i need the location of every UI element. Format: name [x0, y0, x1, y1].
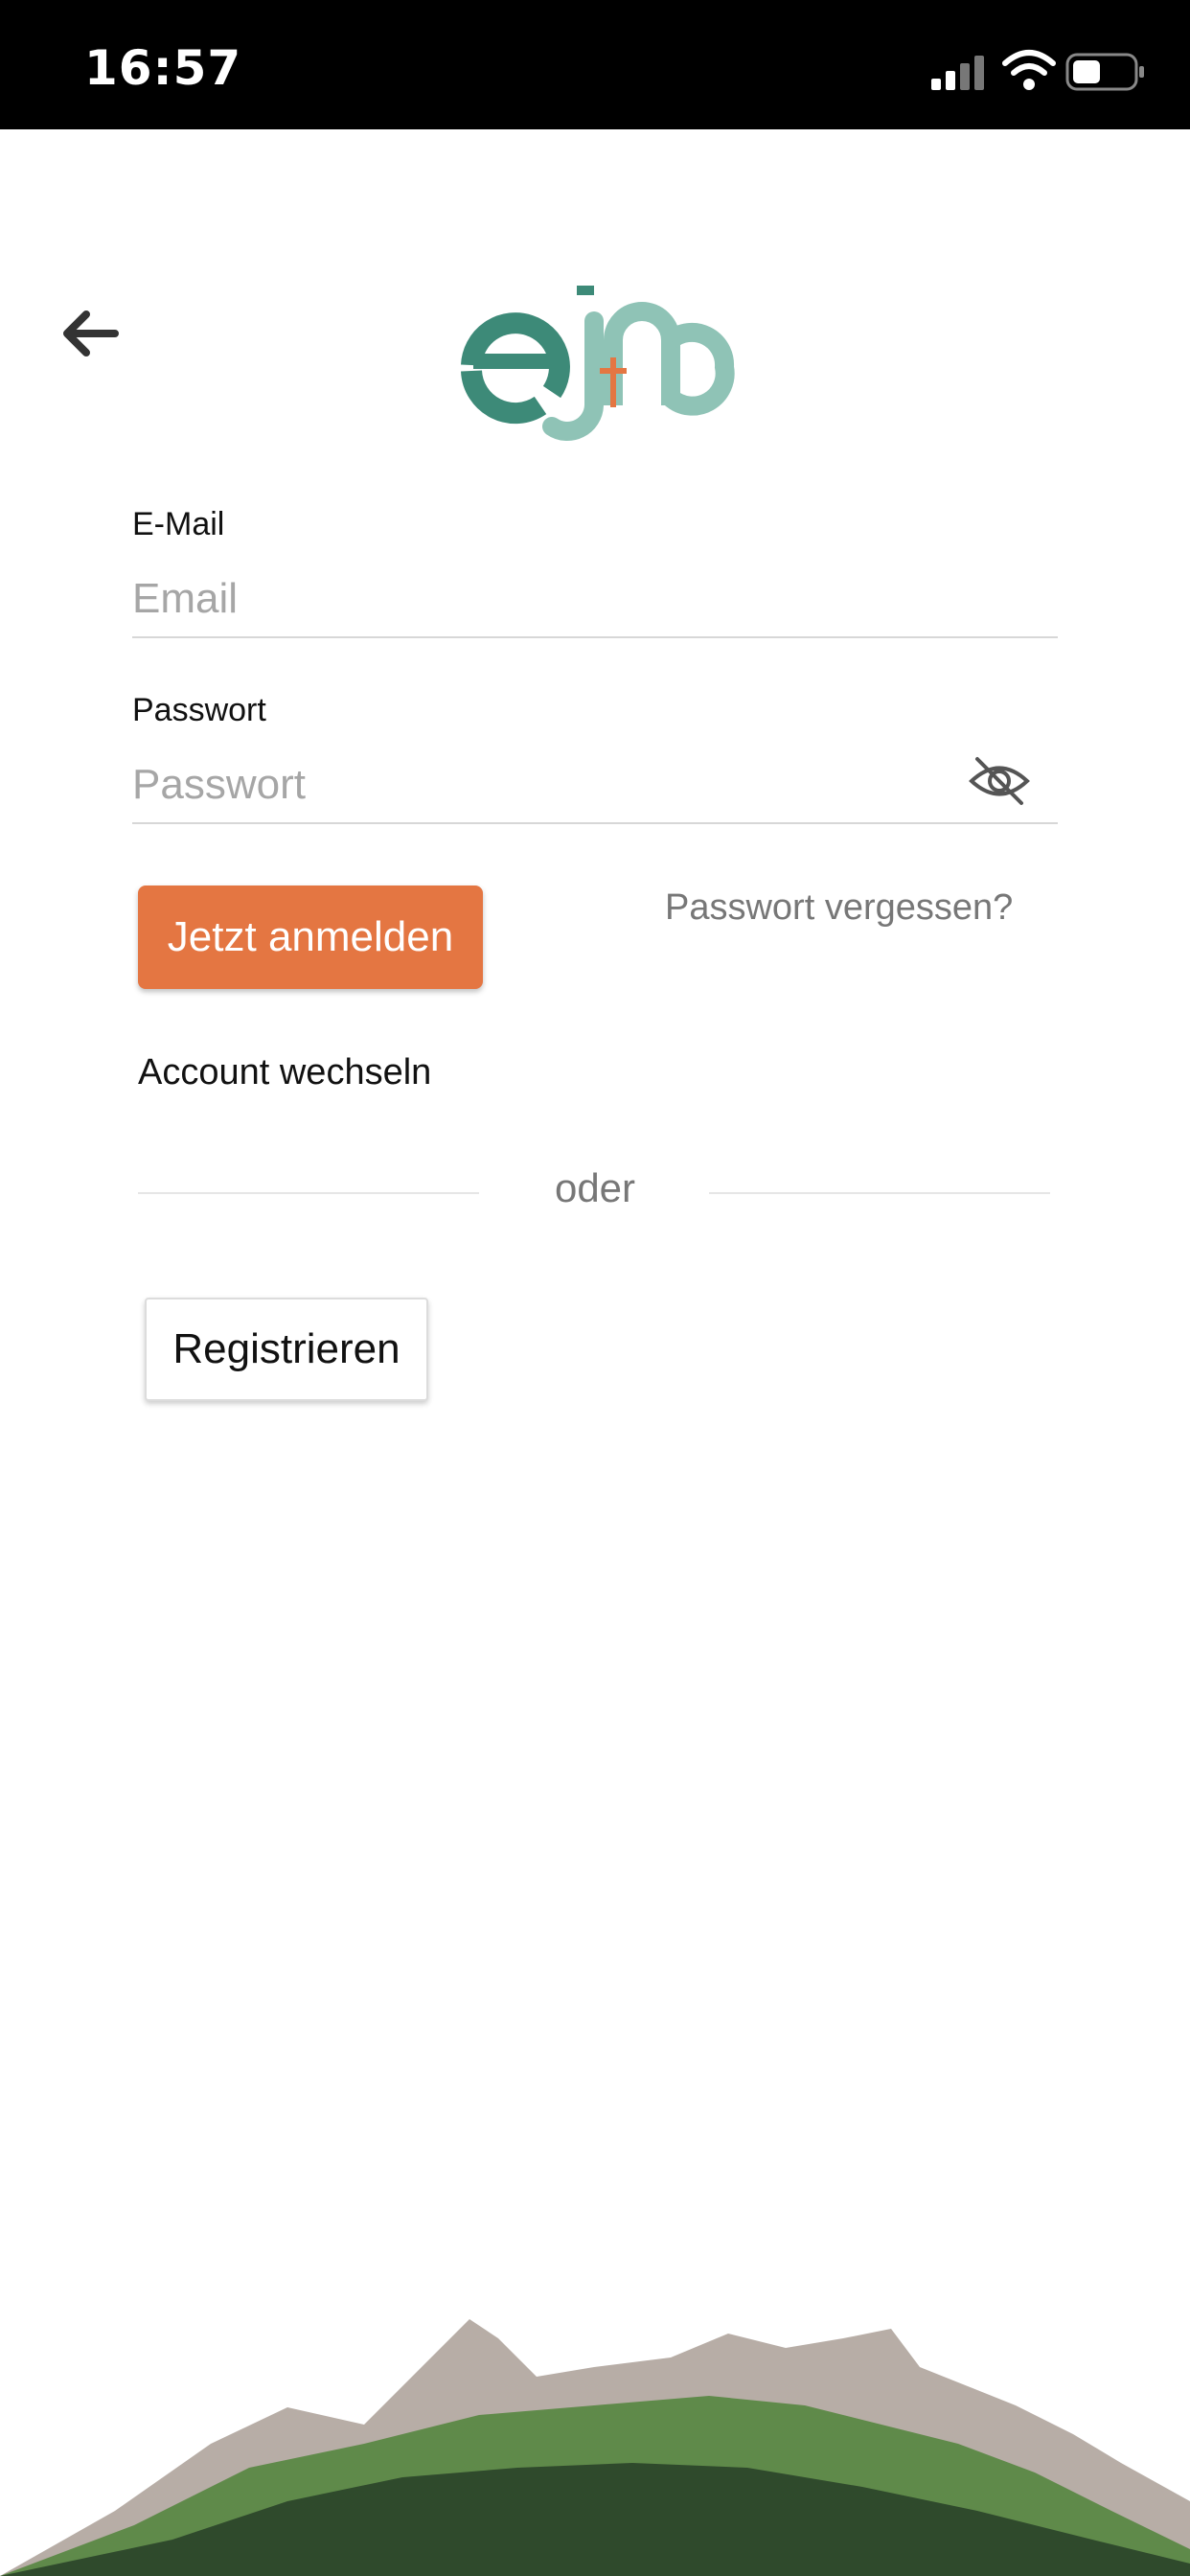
status-time: 16:57	[84, 40, 242, 96]
arrow-left-icon[interactable]	[56, 305, 123, 362]
register-button[interactable]: Registrieren	[145, 1298, 428, 1401]
switch-account-link[interactable]: Account wechseln	[138, 1052, 431, 1093]
egmo-logo	[461, 286, 735, 442]
divider-left	[138, 1192, 479, 1194]
signal-icon	[931, 56, 984, 90]
status-bar: 16:57	[0, 0, 1190, 129]
eye-slash-icon[interactable]	[968, 751, 1031, 811]
email-field[interactable]	[132, 562, 1058, 638]
forgot-password-link[interactable]: Passwort vergessen?	[665, 887, 1013, 929]
divider-right	[709, 1192, 1050, 1194]
login-screen: 16:57 E-Mail Email Passwort Jetzt anmeld…	[0, 0, 1190, 2576]
password-label: Passwort	[132, 692, 266, 728]
divider-text: oder	[554, 1165, 636, 1210]
wifi-icon	[1002, 50, 1056, 90]
battery-icon	[1065, 53, 1144, 91]
mountain-image	[0, 2319, 1190, 2576]
password-field[interactable]	[132, 748, 1058, 824]
email-label: E-Mail	[132, 506, 225, 542]
login-button[interactable]: Jetzt anmelden	[138, 886, 483, 989]
